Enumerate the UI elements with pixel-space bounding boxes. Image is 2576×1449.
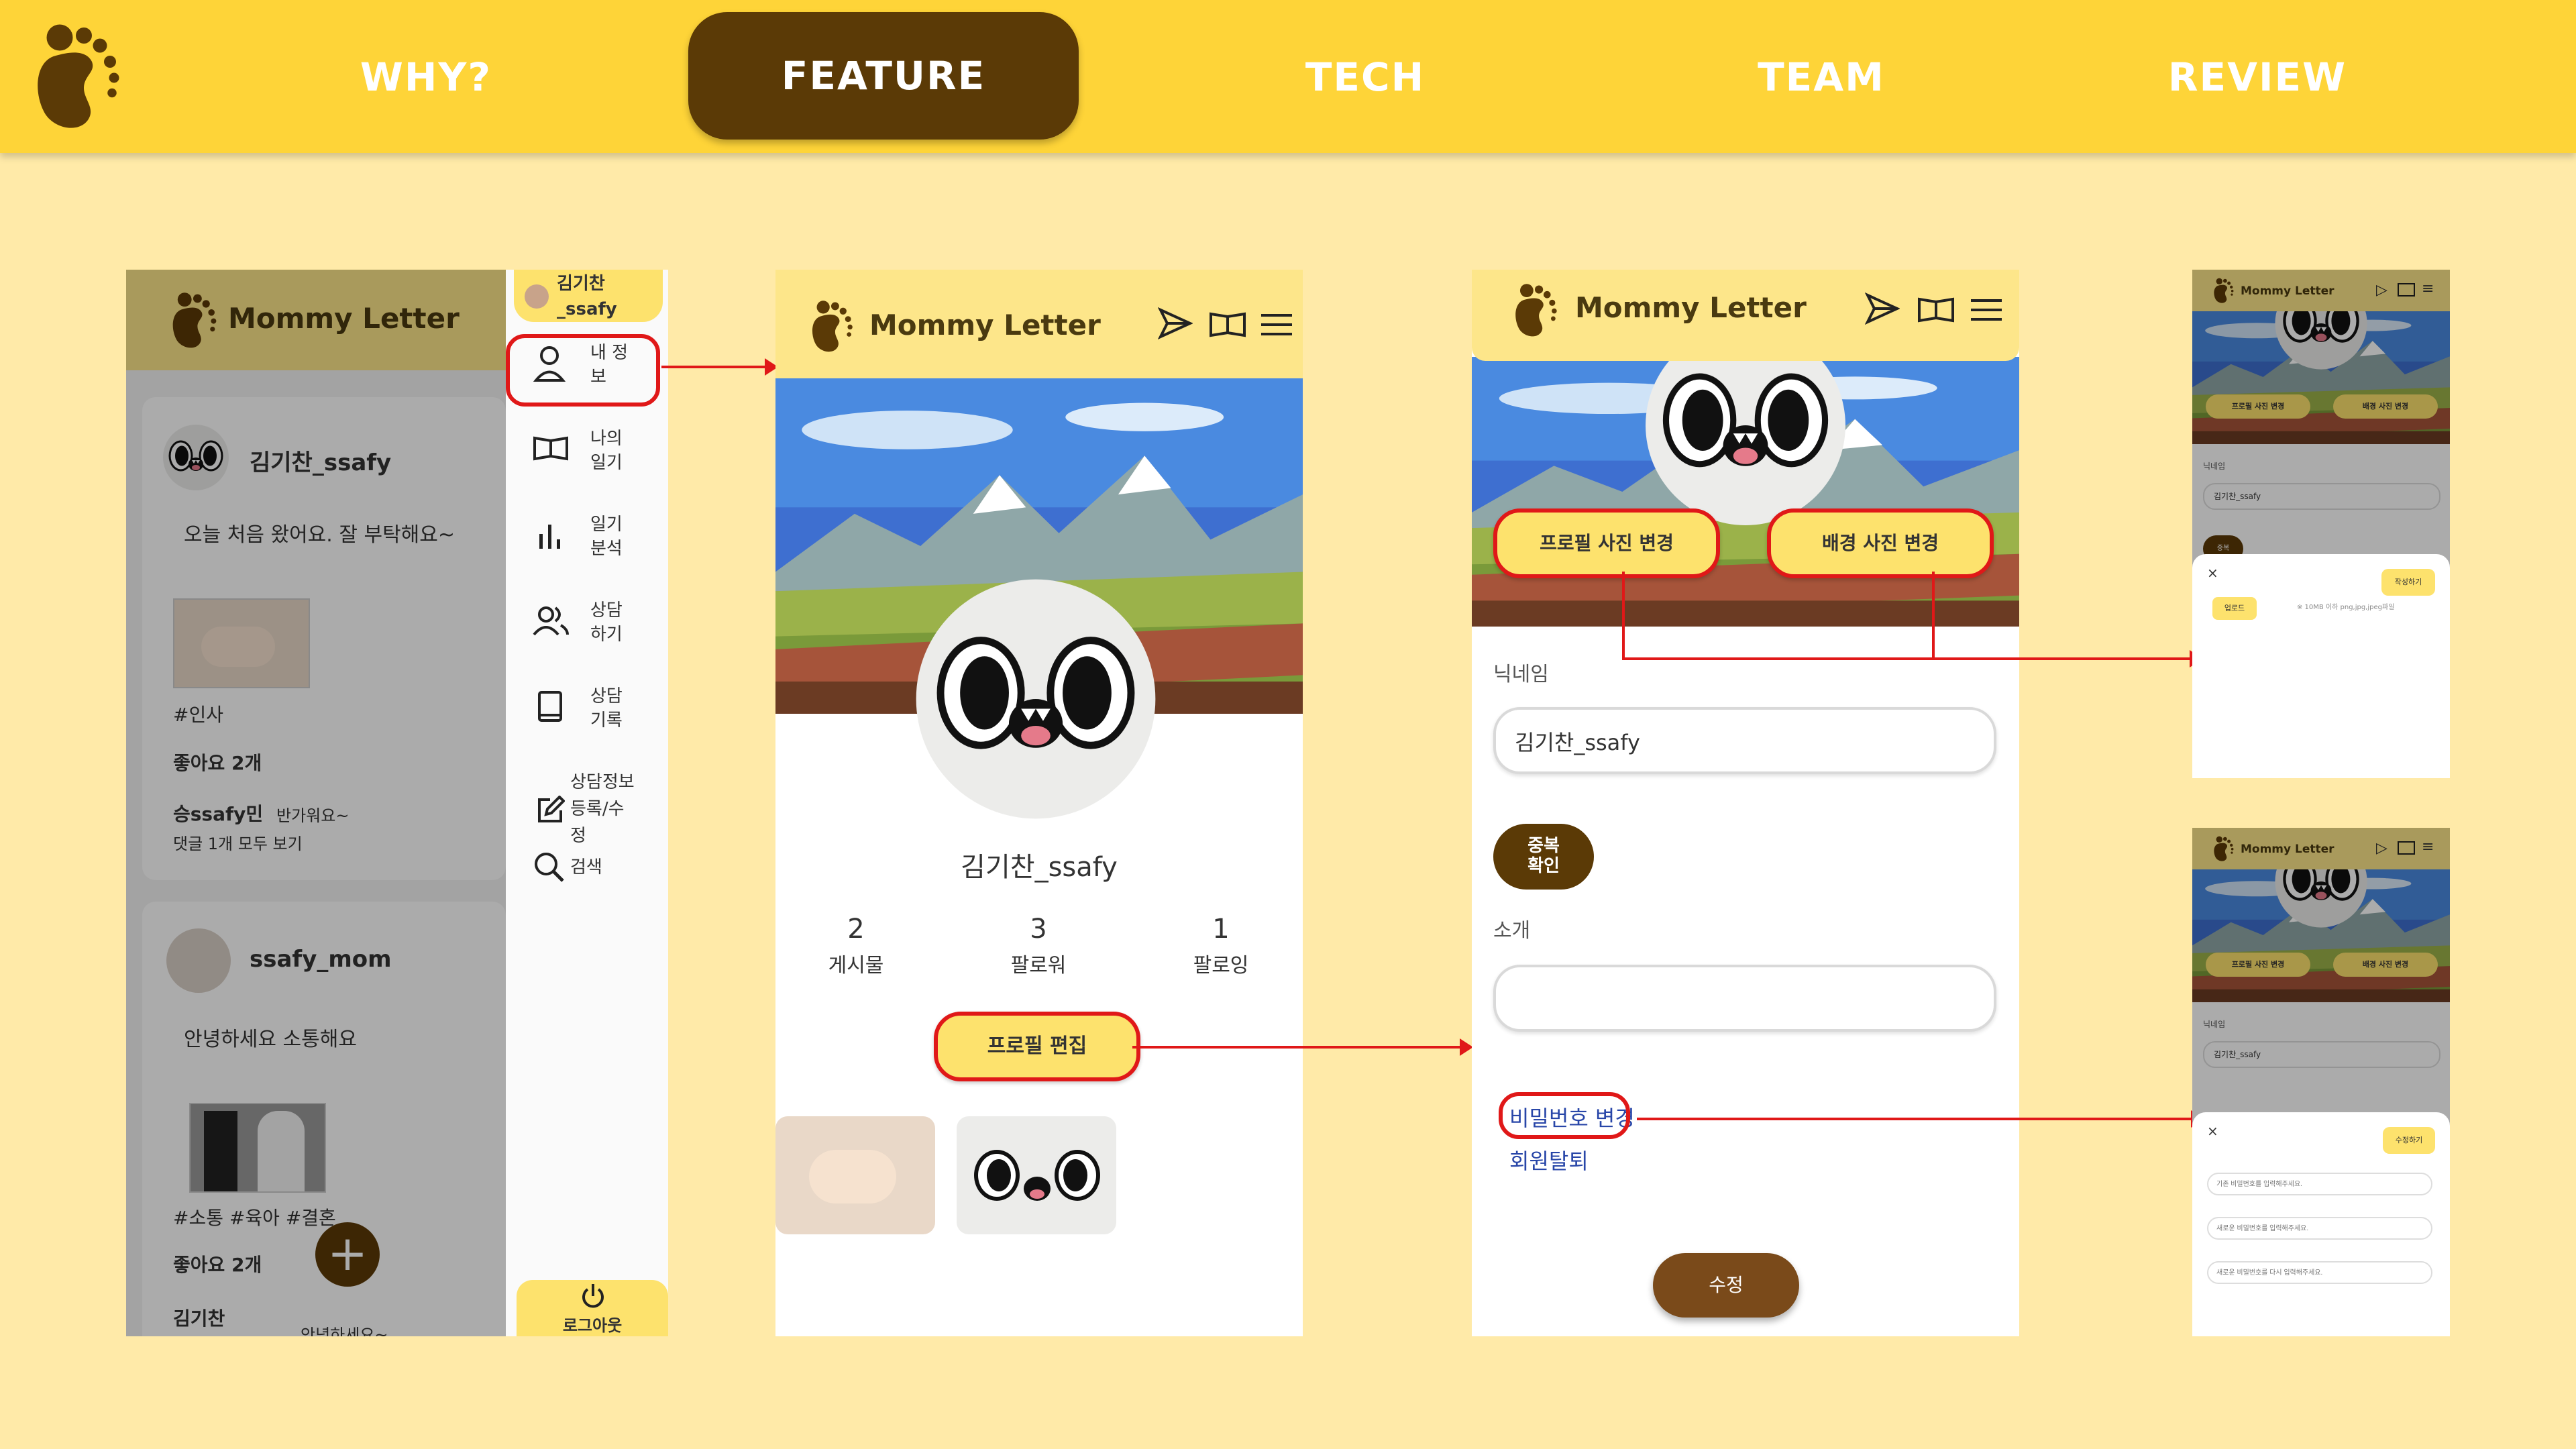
- stat-label: 팔로워: [1010, 954, 1067, 977]
- dim-overlay[interactable]: [126, 270, 506, 1336]
- nickname-value: 김기찬_ssafy: [1515, 730, 1640, 755]
- close-icon[interactable]: ×: [2207, 1123, 2218, 1139]
- stat-label: 팔로잉: [1193, 954, 1249, 977]
- post-thumbnail[interactable]: [957, 1116, 1116, 1234]
- menu-icon[interactable]: [1971, 298, 2002, 322]
- nav-team[interactable]: TEAM: [1717, 40, 1925, 114]
- stat-followers[interactable]: 3 팔로워: [998, 914, 1079, 978]
- nav-feature[interactable]: FEATURE: [688, 12, 1079, 140]
- footprint-logo-icon[interactable]: [806, 294, 856, 358]
- footprint-logo-icon[interactable]: [25, 12, 126, 140]
- intro-label: 소개: [1493, 919, 1531, 943]
- sidebar-item-consult-record[interactable]: 상담 기록: [533, 680, 653, 741]
- sidebar-item-label: 검색: [570, 857, 602, 877]
- sidebar-item-consult[interactable]: 상담 하기: [533, 594, 653, 655]
- nickname-label: 닉네임: [1493, 663, 1549, 686]
- book-open-icon: [533, 436, 568, 461]
- upload-photo-screen: Mommy Letter ▷ ≡ 프로필 사진 변경 배경 사진 변경 닉네임 …: [2192, 270, 2450, 778]
- sidebar-item-search[interactable]: 검색: [533, 847, 653, 887]
- profile-stats: 2 게시물 3 팔로워 1 팔로잉: [775, 914, 1303, 987]
- logout-button[interactable]: 로그아웃: [517, 1280, 668, 1336]
- submit-password-button[interactable]: 수정하기: [2383, 1127, 2435, 1154]
- logout-label: 로그아웃: [562, 1316, 623, 1335]
- current-password-input[interactable]: [2207, 1173, 2432, 1195]
- footprint-logo-icon[interactable]: [1509, 276, 1560, 343]
- book-open-icon[interactable]: [1209, 311, 1246, 338]
- profile-screen: Mommy Letter 김기찬_ssafy 2 게시물 3 팔로워 1 팔로잉…: [775, 270, 1303, 1336]
- edit-icon: [538, 796, 565, 822]
- sidebar-username: 김기찬 _ssafy: [557, 274, 617, 319]
- arrow-line: [1932, 572, 1935, 660]
- send-icon[interactable]: [1865, 292, 1900, 325]
- profile-avatar[interactable]: [914, 577, 1158, 821]
- stat-value: 1: [1212, 914, 1230, 945]
- sidebar-user[interactable]: 김기찬 _ssafy: [514, 270, 663, 322]
- new-password-input[interactable]: [2207, 1217, 2432, 1240]
- change-password-screen: Mommy Letter ▷ ≡ 프로필 사진 변경 배경 사진 변경 닉네임 …: [2192, 828, 2450, 1336]
- app-name: Mommy Letter: [869, 309, 1101, 341]
- change-background-photo-button[interactable]: 배경 사진 변경: [1767, 508, 1994, 578]
- sidebar-item-label: 일기 분석: [590, 515, 623, 559]
- upload-modal: × 작성하기 업로드 ※ 10MB 이하 png,jpg,jpeg파일: [2192, 554, 2450, 778]
- confirm-password-input[interactable]: [2207, 1261, 2432, 1284]
- stat-posts[interactable]: 2 게시물: [816, 914, 896, 978]
- sidebar-item-consult-info[interactable]: 상담정보 등록/수정: [533, 766, 653, 853]
- submit-edit-button[interactable]: 수정: [1653, 1253, 1799, 1318]
- edit-profile-screen: Mommy Letter 프로필 사진 변경 배경 사진 변경 닉네임 김기찬_…: [1472, 270, 2019, 1336]
- arrow-line: [1132, 1046, 1461, 1049]
- arrow-line: [1622, 657, 2192, 660]
- withdraw-link[interactable]: 회원탈퇴: [1509, 1144, 1589, 1175]
- upload-note: ※ 10MB 이하 png,jpg,jpeg파일: [2297, 604, 2395, 611]
- nav-tech[interactable]: TECH: [1261, 40, 1469, 114]
- bar-chart-icon: [539, 525, 560, 549]
- app-header: Mommy Letter: [775, 270, 1303, 378]
- avatar: [525, 284, 549, 309]
- sidebar-item-my-diary[interactable]: 나의 일기: [533, 423, 653, 483]
- book-icon: [538, 691, 562, 722]
- arrow-line: [1637, 1118, 2194, 1120]
- highlight-change-password: [1499, 1092, 1630, 1139]
- sidebar-item-diary-analysis[interactable]: 일기 분석: [533, 508, 653, 569]
- sidebar-item-label: 나의 일기: [590, 429, 623, 473]
- nav-why[interactable]: WHY?: [322, 40, 530, 114]
- stat-value: 3: [1030, 914, 1047, 945]
- stat-following[interactable]: 1 팔로잉: [1181, 914, 1261, 978]
- sidebar-item-label: 상담 하기: [590, 600, 623, 645]
- arrow-line: [1622, 572, 1625, 660]
- write-button[interactable]: 작성하기: [2381, 569, 2435, 596]
- sidebar: 김기찬 _ssafy 내 정보 나의 일기 일기 분석 상담 하기 상담 기록 …: [506, 270, 668, 1336]
- nickname-input[interactable]: 김기찬_ssafy: [1493, 707, 1996, 774]
- arrow-line: [661, 366, 769, 368]
- duplicate-check-button[interactable]: 중복 확인: [1493, 824, 1594, 890]
- arrow-head: [1460, 1038, 1473, 1056]
- stat-value: 2: [847, 914, 865, 945]
- power-icon: [582, 1284, 604, 1308]
- upload-button[interactable]: 업로드: [2212, 597, 2257, 620]
- highlight-my-info: [506, 334, 660, 407]
- book-open-icon[interactable]: [1917, 297, 1955, 323]
- password-modal: × 수정하기: [2192, 1112, 2450, 1336]
- profile-username: 김기찬_ssafy: [961, 852, 1118, 883]
- sidebar-item-label: 상담정보 등록/수정: [570, 772, 635, 846]
- nav-review[interactable]: REVIEW: [2153, 40, 2361, 114]
- menu-icon[interactable]: [1261, 313, 1292, 337]
- top-nav: WHY? FEATURE TECH TEAM REVIEW: [0, 0, 2576, 153]
- close-icon[interactable]: ×: [2207, 565, 2218, 581]
- edit-profile-button[interactable]: 프로필 편집: [934, 1012, 1140, 1081]
- feed-screen: Mommy Letter 김기찬_ssafy 오늘 처음 왔어요. 잘 부탁해요…: [126, 270, 506, 1336]
- sidebar-item-label: 상담 기록: [590, 686, 623, 731]
- intro-input[interactable]: [1493, 965, 1996, 1032]
- users-icon: [533, 606, 569, 636]
- send-icon[interactable]: [1158, 307, 1193, 339]
- app-header: Mommy Letter: [1472, 270, 2019, 361]
- app-name: Mommy Letter: [1575, 291, 1807, 324]
- change-profile-photo-button[interactable]: 프로필 사진 변경: [1493, 508, 1720, 578]
- stat-label: 게시물: [828, 954, 884, 977]
- search-icon: [535, 853, 564, 882]
- post-thumbnail[interactable]: [775, 1116, 935, 1234]
